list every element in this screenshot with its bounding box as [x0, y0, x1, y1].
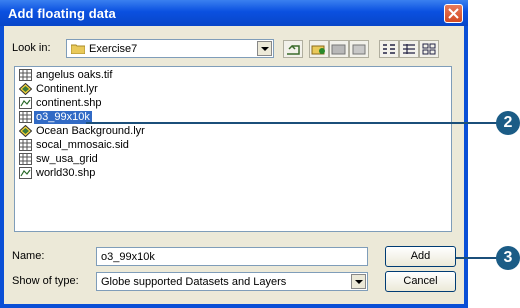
name-label: Name: [12, 250, 45, 262]
title-bar[interactable]: Add floating data [0, 0, 468, 26]
callout-3: 3 [496, 246, 520, 270]
show-of-type-dropdown[interactable]: Globe supported Datasets and Layers [96, 272, 368, 291]
up-folder-icon [287, 44, 300, 55]
dialog-title: Add floating data [8, 6, 116, 21]
file-name: world30.shp [36, 167, 96, 179]
dialog-body: Look in: Exercise7 angelus oaks.tif Cont… [4, 26, 464, 304]
show-of-type-label: Show of type: [12, 275, 79, 287]
look-in-value: Exercise7 [89, 43, 138, 55]
raster-icon [19, 111, 32, 123]
name-value: o3_99x10k [101, 251, 155, 263]
folder-icon [71, 44, 85, 54]
list-view-icon [383, 44, 395, 54]
file-name: continent.shp [36, 97, 102, 109]
chevron-down-icon[interactable] [257, 41, 272, 56]
callout-2: 2 [496, 111, 520, 135]
show-of-type-value: Globe supported Datasets and Layers [101, 276, 287, 288]
cancel-button-label: Cancel [403, 275, 438, 287]
raster-icon [19, 139, 32, 151]
chevron-down-icon[interactable] [351, 274, 366, 289]
up-one-level-button[interactable] [283, 40, 303, 58]
thumbnails-view-button[interactable] [419, 40, 439, 58]
disconnect-folder-icon [331, 44, 346, 55]
file-list[interactable]: angelus oaks.tif Continent.lyr continent… [14, 66, 452, 232]
new-folder-icon [352, 44, 366, 55]
add-button-label: Add [410, 250, 431, 262]
layer-icon [19, 83, 32, 95]
file-name: Continent.lyr [36, 83, 98, 95]
look-in-label: Look in: [12, 42, 51, 54]
file-name: o3_99x10k [34, 111, 92, 124]
close-button[interactable] [444, 4, 463, 23]
connect-folder-button[interactable] [309, 40, 329, 58]
file-name: socal_mmosaic.sid [36, 139, 129, 151]
file-name: sw_usa_grid [36, 153, 98, 165]
raster-icon [19, 153, 32, 165]
file-name: Ocean Background.lyr [36, 125, 145, 137]
layer-icon [19, 125, 32, 137]
callout-line-3 [456, 257, 498, 259]
callout-line-2 [86, 122, 498, 124]
add-button[interactable]: Add [385, 246, 456, 267]
look-in-dropdown[interactable]: Exercise7 [66, 39, 274, 58]
shapefile-icon [19, 97, 32, 109]
list-view-button[interactable] [379, 40, 399, 58]
file-name: angelus oaks.tif [36, 69, 113, 81]
details-view-button[interactable] [399, 40, 419, 58]
cancel-button[interactable]: Cancel [385, 271, 456, 292]
shapefile-icon [19, 167, 32, 179]
close-icon [448, 8, 459, 19]
add-floating-data-dialog: Add floating data Look in: Exercise7 ang… [0, 0, 468, 308]
disconnect-folder-button[interactable] [329, 40, 349, 58]
name-field[interactable]: o3_99x10k [96, 247, 368, 266]
new-folder-button[interactable] [349, 40, 369, 58]
details-view-icon [403, 44, 415, 54]
connect-folder-icon [311, 45, 325, 55]
raster-icon [19, 69, 32, 81]
thumbnails-view-icon [422, 43, 436, 55]
